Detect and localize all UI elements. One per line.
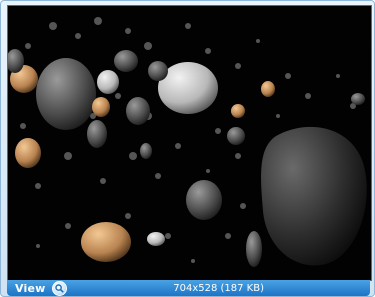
- asteroid: [148, 61, 168, 81]
- asteroid: [261, 81, 275, 97]
- asteroid: [36, 58, 96, 130]
- image-size-info: 704x528 (187 KB): [173, 282, 264, 294]
- asteroid: [231, 104, 245, 118]
- asteroid: [227, 127, 245, 145]
- asteroid: [97, 70, 119, 94]
- asteroid: [351, 93, 365, 105]
- asteroid-image: [8, 6, 371, 280]
- asteroid: [140, 143, 152, 159]
- asteroid: [147, 232, 165, 246]
- asteroid: [126, 97, 150, 125]
- view-label: View: [15, 281, 46, 295]
- asteroid: [15, 138, 41, 168]
- asteroid: [92, 97, 110, 117]
- asteroid: [114, 50, 138, 72]
- magnifier-glyph: [54, 283, 64, 293]
- asteroid: [186, 180, 222, 220]
- asteroid: [81, 222, 131, 262]
- magnifier-icon[interactable]: [51, 280, 67, 296]
- viewer-status-bar: View 704x528 (187 KB): [7, 280, 370, 296]
- image-viewport[interactable]: [7, 5, 372, 281]
- asteroid: [246, 231, 262, 267]
- image-viewer-frame: View 704x528 (187 KB): [0, 0, 375, 297]
- asteroid: [87, 120, 107, 148]
